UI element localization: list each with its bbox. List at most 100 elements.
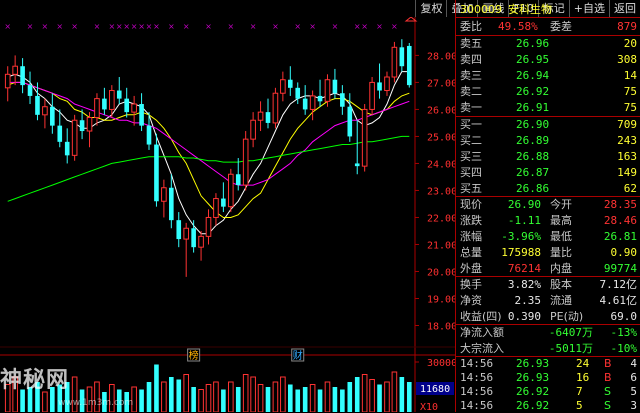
ask-price: 26.91 bbox=[516, 101, 550, 114]
bid-row: 买一 26.90 709 bbox=[458, 117, 639, 133]
candle-body-down bbox=[399, 47, 405, 67]
bid-volume: 149 bbox=[617, 166, 637, 179]
candle-body-down bbox=[57, 125, 63, 142]
ask-volume: 308 bbox=[617, 53, 637, 66]
fundamental-label: 股本 bbox=[550, 278, 572, 291]
candle-body-down bbox=[50, 106, 55, 126]
candle-body-down bbox=[79, 120, 85, 132]
quote-label: 总量 bbox=[460, 246, 482, 259]
quote-value: 0.90 bbox=[610, 246, 638, 259]
tick-side: B bbox=[604, 371, 612, 384]
quote-row: 总量 175988 量比 0.90 bbox=[458, 245, 639, 261]
ask-label: 卖一 bbox=[460, 101, 482, 114]
tick-side: S bbox=[604, 399, 611, 412]
candle-body-down bbox=[169, 187, 174, 221]
volume-bar-up bbox=[242, 374, 249, 412]
tick-price: 26.92 bbox=[516, 399, 550, 412]
volume-bar-up bbox=[228, 381, 234, 412]
candle-body-down bbox=[377, 82, 382, 91]
candle-body-down bbox=[176, 220, 182, 240]
volume-bar-down bbox=[317, 389, 323, 412]
candle-body-down bbox=[235, 174, 241, 186]
ask-label: 卖五 bbox=[460, 37, 482, 50]
event-marker-label: 榜 bbox=[189, 349, 199, 362]
marker-x: × bbox=[272, 22, 279, 31]
bid-price: 26.89 bbox=[516, 134, 550, 147]
flow-label: 净流入额 bbox=[460, 326, 504, 339]
marker-x: × bbox=[376, 22, 383, 31]
tick-count: 5 bbox=[630, 385, 637, 398]
volume-bar-up bbox=[309, 384, 316, 412]
flow-percent: -13% bbox=[610, 326, 638, 339]
marker-x: × bbox=[354, 22, 361, 31]
quote-value: 26.90 bbox=[507, 198, 541, 211]
volume-bar-down bbox=[146, 382, 152, 412]
candle-body-down bbox=[265, 112, 271, 123]
volume-current-value: 11680 bbox=[420, 384, 450, 395]
candle-body-down bbox=[116, 90, 122, 99]
weicha-value: 879 bbox=[617, 20, 637, 33]
volume-bar-down bbox=[169, 377, 174, 412]
candlesticks bbox=[4, 39, 412, 277]
ask-row: 卖五 26.96 20 bbox=[458, 36, 639, 52]
candle-body-down bbox=[154, 144, 159, 202]
quote-value: 175988 bbox=[501, 246, 541, 259]
fundamental-label: 收益(四) bbox=[460, 310, 502, 323]
candle-body-up bbox=[242, 138, 249, 186]
kline-chart[interactable]: 28.00 27.00 26.00 25.00 24.00 23.00 22.00 21.00… bbox=[0, 17, 455, 412]
volume-bar-up bbox=[391, 371, 398, 412]
marker-x: × bbox=[227, 22, 234, 31]
price-tick-label: 23.00 bbox=[427, 186, 455, 197]
tick-time: 14:56 bbox=[460, 371, 494, 384]
candle-body-down bbox=[191, 228, 196, 248]
candle-body-up bbox=[250, 119, 256, 140]
candle-body-up bbox=[12, 65, 18, 75]
flow-value: -6407万 bbox=[548, 326, 593, 339]
marker-x: × bbox=[183, 22, 190, 31]
tick-count: 4 bbox=[630, 357, 637, 370]
stock-header: 300009 安科生物 bbox=[458, 2, 639, 18]
quote-panel: 300009 安科生物 委比 49.58% 委差 879 卖五 26.96 20 卖四… bbox=[455, 0, 640, 412]
bid-label: 买五 bbox=[460, 182, 482, 195]
candle-body-up bbox=[198, 235, 204, 248]
volume-bar-down bbox=[235, 387, 241, 412]
volume-bar-down bbox=[265, 387, 271, 412]
volume-bar-up bbox=[213, 381, 219, 412]
bid-row: 买二 26.89 243 bbox=[458, 133, 639, 149]
ask-row: 卖二 26.92 75 bbox=[458, 84, 639, 100]
marker-x: × bbox=[168, 22, 175, 31]
volume-bar-up bbox=[183, 374, 189, 412]
watermark-url: www.1m3m.com bbox=[58, 398, 134, 408]
volume-axis: 30000 11680 X10 bbox=[415, 358, 455, 412]
tick-price: 26.93 bbox=[516, 371, 550, 384]
quote-label: 涨幅 bbox=[460, 230, 482, 243]
quote-row: 外盘 76214 内盘 99774 bbox=[458, 261, 639, 277]
fuquan-button[interactable]: 复权 bbox=[415, 0, 446, 17]
fundamental-value: 3.82% bbox=[507, 278, 541, 291]
ask-label: 卖四 bbox=[460, 53, 482, 66]
candle-body-down bbox=[20, 66, 25, 86]
ask-volume: 75 bbox=[623, 101, 637, 114]
volume-bar-down bbox=[295, 389, 301, 412]
quote-value: 76214 bbox=[507, 262, 541, 275]
volume-bar-up bbox=[384, 381, 390, 412]
volume-bar-down bbox=[191, 387, 196, 412]
volume-bar-down bbox=[154, 364, 159, 412]
volume-bar-up bbox=[280, 376, 286, 412]
volume-bar-up bbox=[198, 389, 204, 412]
candle-body-up bbox=[228, 173, 234, 208]
quote-label: 涨跌 bbox=[460, 214, 482, 227]
bid-volume: 709 bbox=[617, 118, 637, 131]
price-tick-label: 27.00 bbox=[427, 78, 455, 89]
volume-bar-down bbox=[406, 382, 412, 412]
webi-label: 委比 bbox=[460, 20, 482, 33]
price-tick-label: 26.00 bbox=[427, 105, 455, 116]
volume-bar-down bbox=[176, 379, 182, 412]
fundamental-value: 0.390 bbox=[507, 310, 541, 323]
volume-bar-up bbox=[205, 384, 212, 412]
bid-price: 26.90 bbox=[516, 118, 550, 131]
price-tick-label: 24.00 bbox=[427, 159, 455, 170]
volume-bar-down bbox=[221, 389, 226, 412]
volume-bar-up bbox=[272, 381, 279, 412]
ask-row: 卖一 26.91 75 bbox=[458, 100, 639, 116]
